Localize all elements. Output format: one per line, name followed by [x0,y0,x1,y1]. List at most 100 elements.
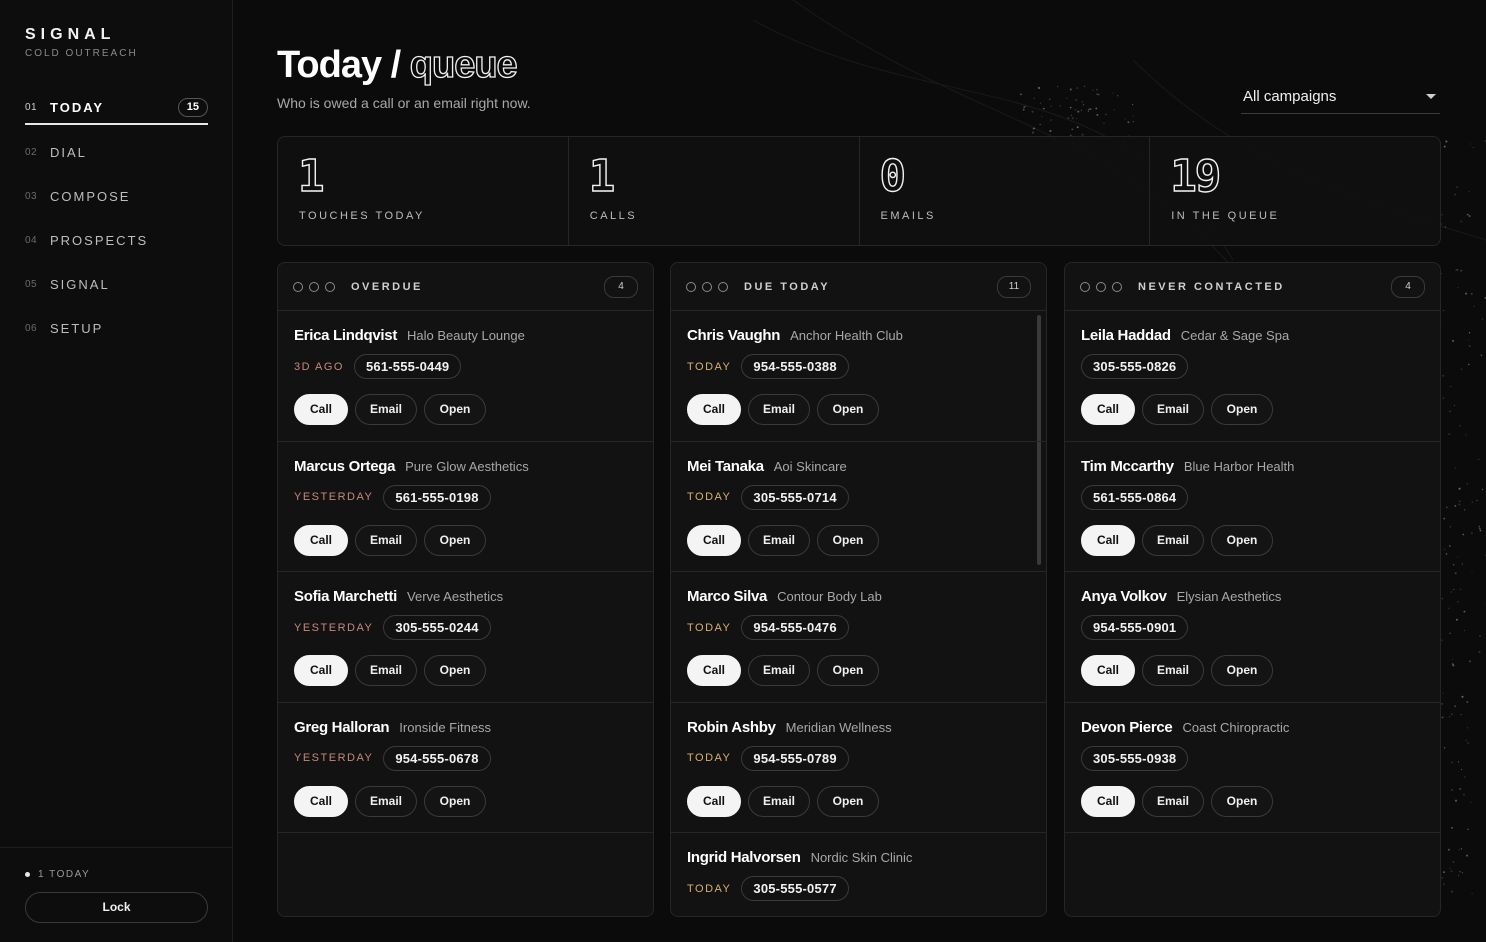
nav-item-dial[interactable]: 02 DIAL [25,136,208,169]
lock-button[interactable]: Lock [25,892,208,923]
campaign-filter-value: All campaigns [1243,88,1337,105]
last-touch-label: YESTERDAY [294,491,374,503]
call-button[interactable]: Call [687,916,741,917]
email-button[interactable]: Email [355,524,417,556]
email-button[interactable]: Email [748,394,810,425]
prospect-business: Coast Chiropractic [1182,719,1290,735]
nav-item-prospects[interactable]: 04 PROSPECTS [25,224,208,257]
phone-number: 954-555-0789 [741,745,849,771]
prospect-card: Erica Lindqvist Halo Beauty Lounge 3D AGO… [278,311,653,442]
email-button[interactable]: Email [355,655,417,686]
stat-label: IN THE QUEUE [1171,210,1280,222]
nav-item-label: COMPOSE [50,189,131,204]
nav-item-signal[interactable]: 05 SIGNAL [25,268,208,301]
phone-number: 561-555-0198 [383,484,491,510]
email-button[interactable]: Email [748,655,810,686]
nav-item-setup[interactable]: 06 SETUP [25,312,208,345]
prospect-name: Robin Ashby [687,718,776,736]
column-list[interactable]: Leila Haddad Cedar & Sage Spa 305-555-082… [1065,311,1440,916]
column-count-badge: 11 [997,275,1031,298]
email-button[interactable]: Email [748,785,810,817]
stat-label: EMAILS [880,210,936,222]
open-button[interactable]: Open [424,524,486,556]
open-button[interactable]: Open [817,655,879,686]
prospect-business: Pure Glow Aesthetics [405,458,529,474]
call-button[interactable]: Call [1081,524,1135,556]
due-label: TODAY [687,752,732,764]
column-header: DUE TODAY 11 [671,263,1046,311]
open-button[interactable]: Open [424,785,486,817]
call-button[interactable]: Call [294,524,348,556]
call-button[interactable]: Call [1081,655,1135,686]
prospect-name: Erica Lindqvist [294,327,398,344]
prospect-name: Chris Vaughn [687,327,781,344]
column-due-today: DUE TODAY 11 Chris Vaughn Anchor Health C… [670,262,1047,917]
stat-emails: 0 EMAILS [860,137,1151,245]
call-button[interactable]: Call [687,655,741,686]
prospect-card: Anya Volkov Elysian Aesthetics 954-555-09… [1065,572,1440,703]
sidebar-footer: 1 TODAY Lock [0,847,232,942]
nav-item-label: SETUP [50,321,104,336]
column-list[interactable]: Erica Lindqvist Halo Beauty Lounge 3D AGO… [278,311,653,916]
phone-number: 561-555-0449 [353,354,462,379]
call-button[interactable]: Call [294,655,348,686]
open-button[interactable]: Open [424,655,486,686]
open-button[interactable]: Open [1211,524,1273,556]
email-button[interactable]: Email [1142,655,1204,686]
open-button[interactable]: Open [817,916,879,917]
prospect-business: Blue Harbor Health [1183,458,1295,474]
stat-touches-today: 1 TOUCHES TODAY [278,137,569,245]
stat-value: 19 [1170,150,1222,202]
call-button[interactable]: Call [1081,785,1135,817]
phone-number: 954-555-0388 [741,354,849,379]
open-button[interactable]: Open [817,394,879,425]
email-button[interactable]: Email [1142,394,1204,425]
email-button[interactable]: Email [1142,524,1204,556]
prospect-name: Anya Volkov [1081,588,1167,605]
brand-name: SIGNAL [25,26,116,43]
nav-item-compose[interactable]: 03 COMPOSE [25,180,208,213]
open-button[interactable]: Open [424,394,486,425]
open-button[interactable]: Open [1211,394,1273,425]
call-button[interactable]: Call [294,394,348,425]
call-button[interactable]: Call [687,394,741,425]
nav-item-label: TODAY [50,100,105,115]
call-button[interactable]: Call [687,524,741,556]
column-title: NEVER CONTACTED [1138,280,1285,293]
open-button[interactable]: Open [1211,655,1273,686]
email-button[interactable]: Email [355,785,417,817]
last-touch-label: 3D AGO [294,360,344,373]
prospect-card: Chris Vaughn Anchor Health Club TODAY 954-… [671,311,1046,442]
email-button[interactable]: Email [748,524,810,556]
open-button[interactable]: Open [817,785,879,817]
email-button[interactable]: Email [355,394,417,425]
nav-item-today[interactable]: 01 TODAY 15 [25,92,208,125]
prospect-business: Aoi Skincare [773,458,847,474]
due-label: TODAY [687,882,732,895]
campaign-filter-select[interactable]: All campaigns [1241,80,1440,114]
column-list[interactable]: Chris Vaughn Anchor Health Club TODAY 954-… [671,311,1046,917]
call-button[interactable]: Call [687,785,741,817]
open-button[interactable]: Open [1211,785,1273,817]
due-label: TODAY [687,491,732,503]
prospect-business: Nordic Skin Clinic [810,850,913,865]
email-button[interactable]: Email [748,916,810,917]
prospect-name: Sofia Marchetti [294,588,398,605]
app-root: SIGNAL COLD OUTREACH 01 TODAY 15 02 DIAL… [0,0,1486,942]
column-never-contacted: NEVER CONTACTED 4 Leila Haddad Cedar & Sa… [1064,262,1441,917]
nav-item-number: 06 [25,323,38,334]
call-button[interactable]: Call [294,785,348,817]
prospect-card: Sofia Marchetti Verve Aesthetics YESTERDA… [278,572,653,703]
prospect-name: Devon Pierce [1081,718,1173,736]
brand: SIGNAL COLD OUTREACH [25,26,138,59]
open-button[interactable]: Open [817,524,879,556]
phone-number: 561-555-0864 [1081,484,1189,510]
stats-panel: 1 TOUCHES TODAY 1 CALLS 0 EMAILS 19 IN T… [277,136,1441,246]
call-button[interactable]: Call [1081,394,1135,425]
email-button[interactable]: Email [1142,785,1204,817]
prospect-card: Marcus Ortega Pure Glow Aesthetics YESTER… [278,442,653,572]
stat-label: TOUCHES TODAY [299,210,425,222]
stat-value: 1 [297,150,325,202]
status-dot-icon [25,872,30,877]
prospect-card: Ingrid Halvorsen Nordic Skin Clinic TODAY… [671,833,1046,917]
